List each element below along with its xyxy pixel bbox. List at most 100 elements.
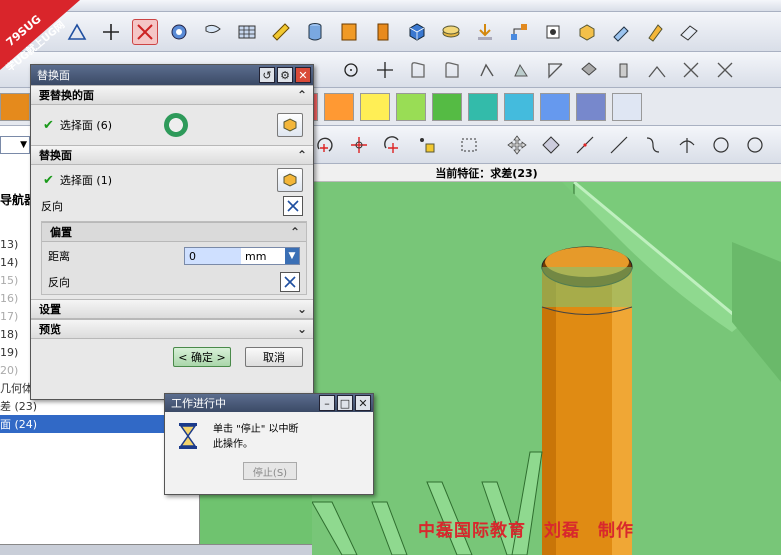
network-icon[interactable] — [506, 19, 532, 45]
busy-spinner-icon — [163, 113, 188, 137]
distance-dropdown-icon[interactable]: ▼ — [285, 248, 299, 264]
gear-icon[interactable]: ⚙ — [277, 67, 293, 83]
work-body: 单击 "停止" 以中断 此操作。 — [165, 412, 373, 452]
pencil-icon[interactable] — [642, 19, 668, 45]
dialog-titlebar: 替换面 ↺ ⚙ ✕ — [31, 65, 313, 85]
section-header-label: 替换面 — [39, 149, 72, 162]
install-icon[interactable] — [472, 19, 498, 45]
book-icon[interactable] — [336, 19, 362, 45]
navigator-dropdown[interactable]: ▼ — [0, 136, 30, 154]
cancel-button[interactable]: 取消 — [245, 347, 303, 367]
preview-label: 预览 — [39, 323, 61, 336]
section-settings[interactable]: 设置 ⌄ — [31, 299, 313, 319]
diagonal-icon[interactable] — [606, 132, 632, 158]
reverse-direction-button[interactable] — [283, 196, 303, 216]
select-face-label: 选择面 (6) — [59, 119, 112, 132]
color-swatch[interactable] — [0, 92, 30, 121]
close-icon[interactable]: ✕ — [355, 395, 371, 411]
flag-icon[interactable] — [200, 19, 226, 45]
offset-group: 偏置 ⌃ 距离 0 mm ▼ 反向 — [41, 221, 307, 295]
color-swatch[interactable] — [324, 92, 354, 121]
color-swatch[interactable] — [468, 92, 498, 121]
watermark-logo: 79SUG 学UG就上UG网 — [0, 0, 80, 75]
dialog-title: 替换面 — [37, 69, 70, 82]
arrow-icon[interactable] — [608, 19, 634, 45]
chip-icon[interactable] — [540, 19, 566, 45]
offset-reverse-button[interactable] — [280, 272, 300, 292]
color-swatch[interactable] — [504, 92, 534, 121]
cube-icon[interactable] — [404, 19, 430, 45]
select-box-icon[interactable] — [456, 132, 482, 158]
cylinder-icon[interactable] — [302, 19, 328, 45]
eraser-icon[interactable] — [676, 19, 702, 45]
revolve-icon[interactable] — [508, 57, 534, 83]
distance-value[interactable]: 0 — [185, 248, 241, 264]
hourglass-icon — [177, 422, 199, 450]
project-icon[interactable] — [576, 57, 602, 83]
color-swatch[interactable] — [360, 92, 390, 121]
chevron-up-icon: ⌃ — [296, 88, 307, 102]
snap-icon[interactable] — [380, 132, 406, 158]
rotate-icon[interactable] — [312, 132, 338, 158]
offset-reverse-row: 反向 — [42, 270, 306, 294]
main-toolbar — [0, 12, 781, 52]
section-preview[interactable]: 预览 ⌄ — [31, 319, 313, 339]
color-swatch[interactable] — [612, 92, 642, 121]
box-icon[interactable] — [574, 19, 600, 45]
arc-icon[interactable] — [640, 132, 666, 158]
layers-icon[interactable] — [438, 19, 464, 45]
section-replacement-face[interactable]: 替换面 ⌃ — [31, 145, 313, 165]
offset-header[interactable]: 偏置 ⌃ — [42, 222, 306, 242]
circle-tool-icon[interactable] — [708, 132, 734, 158]
close-icon[interactable]: ✕ — [295, 67, 311, 83]
color-swatch[interactable] — [396, 92, 426, 121]
work-in-progress-dialog: 工作进行中 – □ ✕ 单击 "停止" 以中断 此操作。 停止(S) — [164, 393, 374, 495]
cross-icon[interactable] — [674, 132, 700, 158]
section-face-to-replace[interactable]: 要替换的面 ⌃ — [31, 85, 313, 105]
gear-shape-icon[interactable] — [166, 19, 192, 45]
circle-tool-2-icon[interactable] — [742, 132, 768, 158]
drag-icon[interactable] — [504, 132, 530, 158]
color-swatch[interactable] — [576, 92, 606, 121]
plus-icon[interactable] — [98, 19, 124, 45]
graphics-viewport[interactable] — [312, 182, 781, 555]
chevron-down-icon: ⌄ — [296, 302, 307, 316]
mirror-icon[interactable] — [678, 57, 704, 83]
top-toolbar-strip — [0, 0, 781, 12]
distance-input[interactable]: 0 mm ▼ — [184, 247, 300, 265]
offset-reverse-label: 反向 — [48, 276, 70, 289]
select-face-button[interactable] — [277, 113, 303, 137]
trim-icon[interactable] — [542, 57, 568, 83]
extrude-icon[interactable] — [474, 57, 500, 83]
credit-text: 中磊国际教育 刘磊 制作 — [418, 521, 634, 541]
circle-icon[interactable] — [338, 57, 364, 83]
reset-icon[interactable]: ↺ — [259, 67, 275, 83]
mesh-icon[interactable] — [234, 19, 260, 45]
corner-icon[interactable] — [644, 57, 670, 83]
snap-point-icon[interactable] — [538, 132, 564, 158]
ok-button[interactable]: < 确定 > — [173, 347, 231, 367]
ruler-icon[interactable] — [268, 19, 294, 45]
chevron-up-icon: ⌃ — [296, 148, 307, 162]
work-title: 工作进行中 — [171, 397, 226, 410]
spline2-icon[interactable] — [440, 57, 466, 83]
split-icon[interactable] — [712, 57, 738, 83]
spline-icon[interactable] — [406, 57, 432, 83]
replacement-face-button[interactable] — [277, 168, 303, 192]
line-icon[interactable] — [572, 132, 598, 158]
select-face-row: ✔ 选择面 (6) — [31, 105, 313, 145]
color-swatch[interactable] — [540, 92, 570, 121]
color-swatch[interactable] — [432, 92, 462, 121]
minimize-icon[interactable]: – — [319, 395, 335, 411]
dialog-buttons: < 确定 > 取消 — [31, 339, 313, 367]
replace-face-dialog: 替换面 ↺ ⚙ ✕ 要替换的面 ⌃ ✔ 选择面 (6) 替换面 ⌃ ✔ 选择面 (1… — [30, 64, 314, 400]
plus-icon[interactable] — [372, 57, 398, 83]
move-icon[interactable] — [346, 132, 372, 158]
block-icon[interactable] — [370, 19, 396, 45]
point-icon[interactable] — [132, 18, 158, 45]
maximize-icon[interactable]: □ — [337, 395, 353, 411]
reverse-label: 反向 — [41, 200, 63, 213]
offset-icon[interactable] — [610, 57, 636, 83]
transform-icon[interactable] — [414, 132, 440, 158]
stop-button[interactable]: 停止(S) — [243, 462, 297, 480]
